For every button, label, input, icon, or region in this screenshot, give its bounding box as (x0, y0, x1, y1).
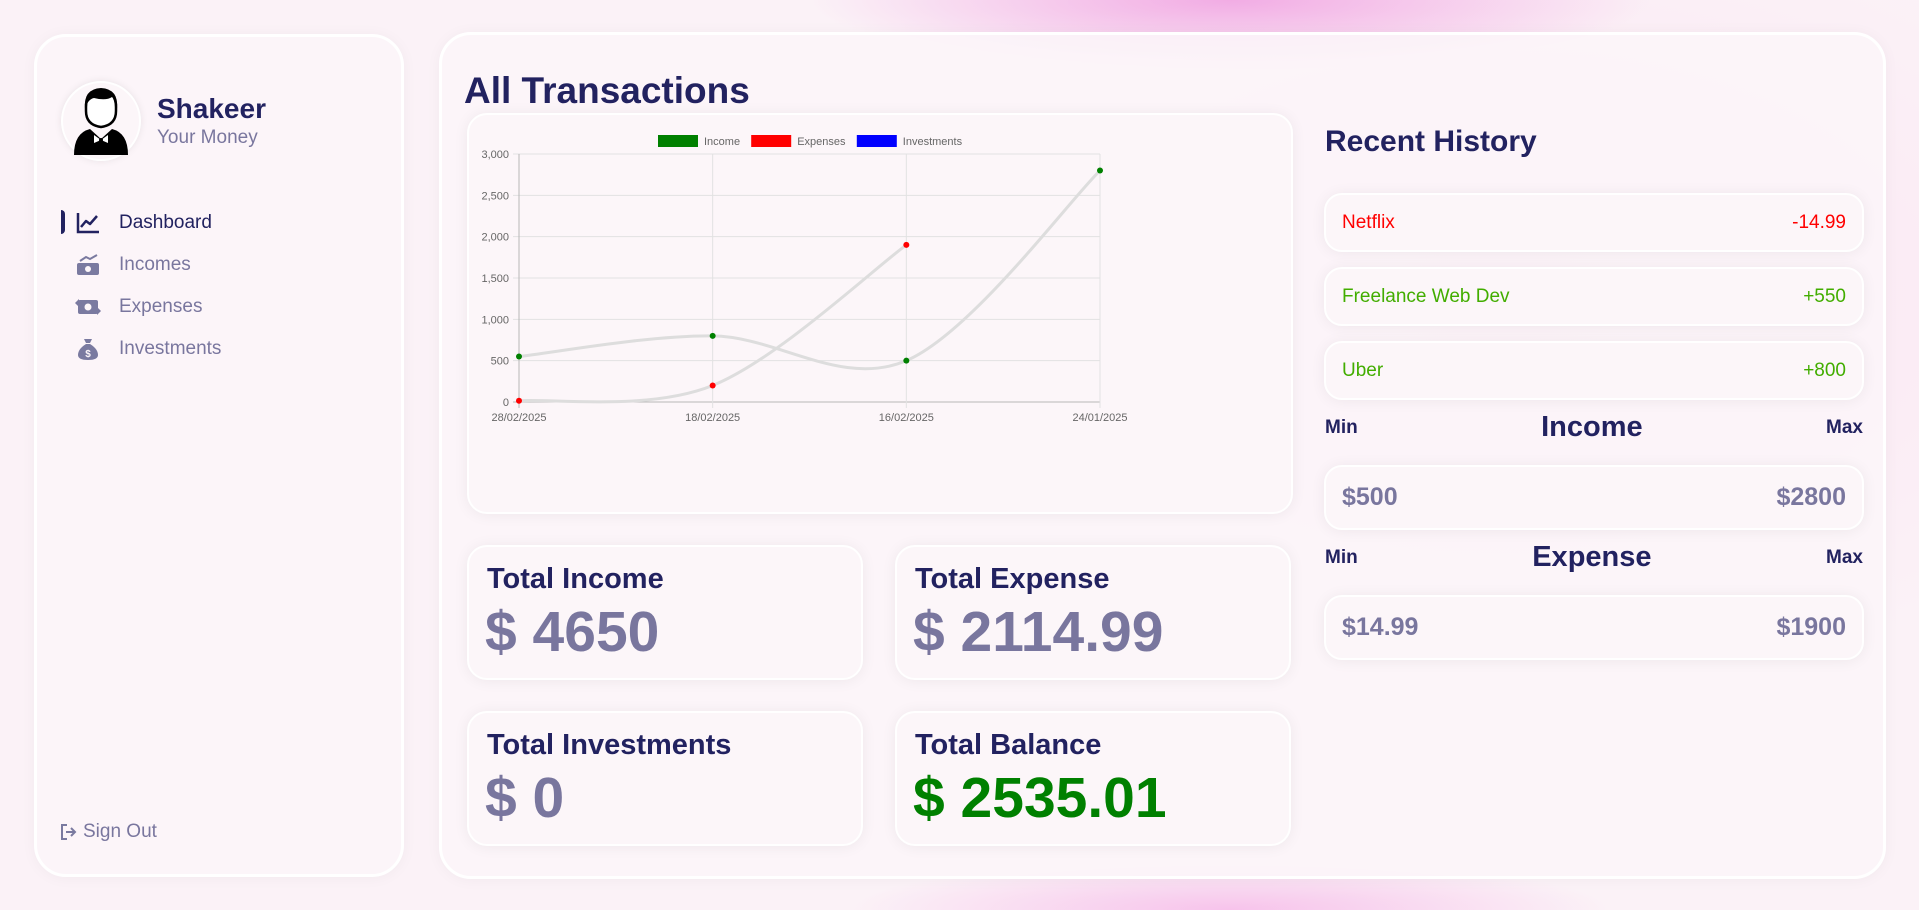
expense-max-value: $1900 (1776, 613, 1846, 641)
legend-label: Expenses (797, 136, 846, 148)
x-tick-label: 24/01/2025 (1072, 412, 1127, 424)
income-min-value: $500 (1342, 483, 1398, 511)
expense-range-title: Expense (1532, 541, 1652, 573)
user-subtitle: Your Money (157, 127, 258, 148)
total-balance-value: $ 2535.01 (913, 766, 1167, 830)
menu-item-expenses[interactable]: Expenses (61, 286, 361, 328)
history-item: Freelance Web Dev +550 (1324, 267, 1864, 326)
total-investments-card: Total Investments $ 0 (467, 711, 863, 846)
y-tick-label: 1,000 (481, 314, 509, 326)
money-exchange-icon (75, 294, 101, 320)
expense-min-value: $14.99 (1342, 613, 1419, 641)
total-expense-value: $ 2114.99 (913, 600, 1164, 664)
income-max-label: Max (1826, 416, 1863, 438)
y-tick-label: 500 (491, 356, 509, 368)
data-point (709, 382, 716, 389)
total-investments-value: $ 0 (485, 766, 565, 830)
menu-label-expenses: Expenses (119, 296, 203, 317)
income-min-label: Min (1325, 416, 1358, 438)
x-tick-label: 18/02/2025 (685, 412, 740, 424)
history-item-amount: +800 (1803, 359, 1846, 381)
menu-item-incomes[interactable]: Incomes (61, 244, 361, 286)
legend-label: Income (704, 136, 740, 148)
expense-range-box: $14.99 $1900 (1324, 595, 1864, 660)
menu-label-dashboard: Dashboard (119, 212, 212, 233)
menu-item-investments[interactable]: $ Investments (61, 328, 361, 370)
data-point (903, 241, 910, 248)
page-title: All Transactions (464, 70, 750, 111)
total-balance-card: Total Balance $ 2535.01 (895, 711, 1291, 846)
series-line (518, 169, 1102, 371)
x-tick-label: 16/02/2025 (879, 412, 934, 424)
total-income-card: Total Income $ 4650 (467, 545, 863, 680)
data-point (516, 397, 522, 404)
data-point (709, 332, 716, 339)
y-tick-label: 3,000 (481, 149, 509, 161)
x-tick-label: 28/02/2025 (491, 412, 546, 424)
menu-label-incomes: Incomes (119, 254, 191, 275)
y-tick-label: 2,000 (481, 232, 509, 244)
income-range-header: Min Income Max (1325, 411, 1863, 444)
expense-max-label: Max (1826, 546, 1863, 568)
y-tick-label: 1,500 (481, 273, 509, 285)
total-investments-label: Total Investments (487, 729, 732, 761)
expense-min-label: Min (1325, 546, 1358, 568)
sign-out-label: Sign Out (83, 821, 157, 842)
main-panel: All Transactions 0 500 1,000 1,500 2,000 2,50… (439, 32, 1886, 879)
legend-swatch (658, 135, 698, 147)
menu-label-investments: Investments (119, 338, 222, 359)
income-range-title: Income (1541, 411, 1643, 443)
expense-range-header: Min Expense Max (1325, 541, 1863, 574)
total-expense-card: Total Expense $ 2114.99 (895, 545, 1291, 680)
y-tick-label: 2,500 (481, 190, 509, 202)
total-income-label: Total Income (487, 563, 664, 595)
user-avatar-icon (74, 88, 128, 155)
y-tick-label: 0 (503, 397, 509, 409)
legend-swatch (751, 135, 792, 147)
sign-out-icon (59, 822, 79, 842)
legend-swatch (856, 135, 897, 147)
history-item: Netflix -14.99 (1324, 193, 1864, 252)
transactions-chart: 0 500 1,000 1,500 2,000 2,500 3,000 28/02/2025 1… (481, 135, 1128, 424)
data-point (903, 357, 910, 364)
total-income-value: $ 4650 (485, 600, 660, 664)
history-item-title: Netflix (1342, 211, 1395, 233)
legend-label: Investments (903, 136, 963, 148)
history-item-amount: +550 (1803, 285, 1846, 307)
data-point (516, 353, 522, 360)
svg-text:$: $ (85, 349, 91, 360)
history-item-title: Freelance Web Dev (1342, 285, 1510, 307)
user-profile: Shakeer Your Money (61, 81, 266, 161)
income-range-box: $500 $2800 (1324, 465, 1864, 530)
money-trend-icon (75, 252, 101, 278)
history-item-amount: -14.99 (1792, 211, 1846, 233)
sign-out-button[interactable]: Sign Out (59, 821, 157, 843)
avatar (61, 81, 141, 161)
nav-menu: Dashboard Incomes Expenses $ Investments (61, 202, 361, 370)
money-bag-icon: $ (75, 336, 101, 362)
history-item: Uber +800 (1324, 341, 1864, 400)
transactions-chart-card: 0 500 1,000 1,500 2,000 2,500 3,000 28/02/2025 1… (467, 113, 1293, 514)
history-item-title: Uber (1342, 359, 1384, 381)
income-max-value: $2800 (1776, 483, 1846, 511)
chart-line-icon (75, 210, 101, 236)
total-balance-label: Total Balance (915, 729, 1102, 761)
recent-history-title: Recent History (1325, 125, 1537, 158)
sidebar: Shakeer Your Money Dashboard Incomes Exp… (34, 34, 404, 877)
total-expense-label: Total Expense (915, 563, 1110, 595)
menu-item-dashboard[interactable]: Dashboard (61, 202, 361, 244)
data-point (1097, 167, 1103, 174)
user-name: Shakeer (157, 93, 266, 124)
